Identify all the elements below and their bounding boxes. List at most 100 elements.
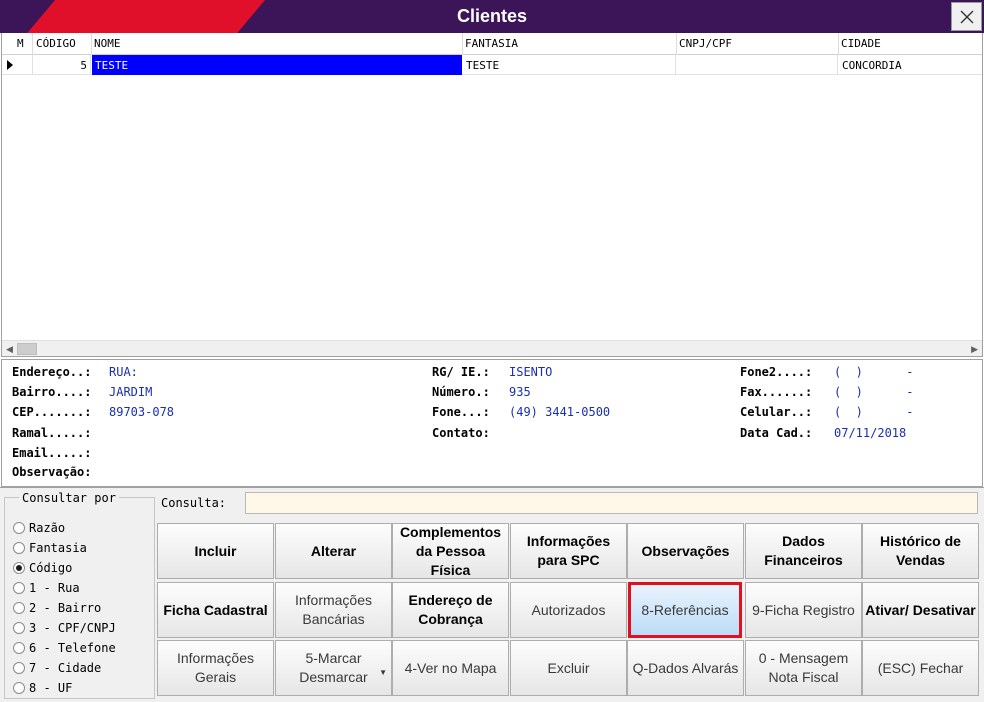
col-header-codigo[interactable]: CÓDIGO xyxy=(36,37,76,50)
referencias-button[interactable]: 8-Referências xyxy=(628,582,742,638)
numero-value: 935 xyxy=(509,385,531,399)
radio-bairro[interactable]: 2 - Bairro xyxy=(13,600,101,616)
radio-label: 3 - CPF/CNPJ xyxy=(29,621,116,635)
radio-label: 1 - Rua xyxy=(29,581,80,595)
consultar-legend: Consultar por xyxy=(19,491,119,505)
dados-financeiros-button[interactable]: Dados Financeiros xyxy=(745,523,862,579)
rg-value: ISENTO xyxy=(509,365,553,379)
radio-icon[interactable] xyxy=(13,682,25,694)
radio-icon[interactable] xyxy=(13,662,25,674)
row-indicator-icon xyxy=(7,60,13,70)
dados-alvaras-button[interactable]: Q-Dados Alvarás xyxy=(627,640,744,696)
endereco-value: RUA: xyxy=(109,365,138,379)
observacao-label: Observação: xyxy=(12,465,92,479)
celular-value: ( ) - xyxy=(834,405,914,419)
fone2-value: ( ) - xyxy=(834,365,914,379)
datacad-value: 07/11/2018 xyxy=(834,426,907,440)
numero-label: Número.: xyxy=(432,385,490,399)
celular-label: Celular..: xyxy=(740,405,813,419)
radio-label: 2 - Bairro xyxy=(29,601,102,615)
col-header-cnpj[interactable]: CNPJ/CPF xyxy=(679,37,732,50)
ficha-cadastral-button[interactable]: Ficha Cadastral xyxy=(157,582,274,638)
cell-fantasia[interactable]: TESTE xyxy=(463,55,676,75)
col-header-cidade[interactable]: CIDADE xyxy=(841,37,881,50)
info-spc-button[interactable]: Informações para SPC xyxy=(510,523,627,579)
email-label: Email.....: xyxy=(12,446,92,460)
incluir-button[interactable]: Incluir xyxy=(157,523,274,579)
col-header-m[interactable]: M xyxy=(17,37,24,50)
cep-value: 89703-078 xyxy=(109,405,175,419)
radio-icon[interactable] xyxy=(13,642,25,654)
bairro-label: Bairro....: xyxy=(12,385,92,399)
info-gerais-button[interactable]: Informações Gerais xyxy=(157,640,274,696)
ficha-registro-button[interactable]: 9-Ficha Registro xyxy=(745,582,862,638)
radio-icon[interactable] xyxy=(13,542,25,554)
radio-cpf-cnpj[interactable]: 3 - CPF/CNPJ xyxy=(13,620,116,636)
radio-codigo[interactable]: Código xyxy=(13,560,72,576)
info-bancarias-button[interactable]: Informações Bancárias xyxy=(275,582,392,638)
close-icon xyxy=(960,10,973,23)
marcar-desmarcar-label: 5-Marcar Desmarcar xyxy=(299,650,368,685)
fone-value: (49) 3441-0500 xyxy=(509,405,611,419)
scroll-left-icon[interactable]: ◀ xyxy=(6,344,13,355)
cell-nome[interactable]: TESTE xyxy=(92,55,462,75)
marcar-desmarcar-button[interactable]: 5-Marcar Desmarcar ▼ xyxy=(275,640,392,696)
radio-icon[interactable] xyxy=(13,562,25,574)
ver-mapa-button[interactable]: 4-Ver no Mapa xyxy=(392,640,509,696)
radio-label: Código xyxy=(29,561,73,575)
radio-icon[interactable] xyxy=(13,522,25,534)
fax-value: ( ) - xyxy=(834,385,914,399)
radio-razao[interactable]: Razão xyxy=(13,520,65,536)
contato-label: Contato: xyxy=(432,426,490,440)
radio-label: 7 - Cidade xyxy=(29,661,102,675)
ativar-desativar-button[interactable]: Ativar/ Desativar xyxy=(862,582,979,638)
close-button[interactable] xyxy=(951,2,982,31)
alterar-button[interactable]: Alterar xyxy=(275,523,392,579)
radio-uf[interactable]: 8 - UF xyxy=(13,680,72,696)
endereco-cobranca-button[interactable]: Endereço de Cobrança xyxy=(392,582,509,638)
cell-cnpj[interactable] xyxy=(677,55,838,75)
consultar-por-group: Consultar por Razão Fantasia Código 1 - … xyxy=(4,491,155,699)
grid-header: M CÓDIGO NOME FANTASIA CNPJ/CPF CIDADE xyxy=(2,33,982,55)
radio-cidade[interactable]: 7 - Cidade xyxy=(13,660,101,676)
rg-label: RG/ IE.: xyxy=(432,365,490,379)
radio-telefone[interactable]: 6 - Telefone xyxy=(13,640,116,656)
horizontal-scrollbar[interactable]: ◀ ▶ xyxy=(2,340,982,356)
radio-icon[interactable] xyxy=(13,582,25,594)
datacad-label: Data Cad.: xyxy=(740,426,813,440)
bairro-value: JARDIM xyxy=(109,385,153,399)
client-details-panel: Endereço..: RUA: Bairro....: JARDIM CEP.… xyxy=(1,359,983,487)
ramal-label: Ramal.....: xyxy=(12,426,92,440)
excluir-button[interactable]: Excluir xyxy=(510,640,627,696)
radio-icon[interactable] xyxy=(13,602,25,614)
fechar-button[interactable]: (ESC) Fechar xyxy=(862,640,979,696)
radio-fantasia[interactable]: Fantasia xyxy=(13,540,87,556)
consulta-input[interactable] xyxy=(245,492,978,514)
dropdown-arrow-icon[interactable]: ▼ xyxy=(379,663,387,682)
radio-label: 6 - Telefone xyxy=(29,641,116,655)
table-row[interactable]: 5 TESTE TESTE CONCORDIA xyxy=(2,55,982,75)
col-header-fantasia[interactable]: FANTASIA xyxy=(465,37,518,50)
window-title: Clientes xyxy=(456,6,528,26)
scroll-thumb[interactable] xyxy=(17,343,37,355)
clients-grid[interactable]: M CÓDIGO NOME FANTASIA CNPJ/CPF CIDADE 5… xyxy=(1,33,983,357)
bottom-panel: Consultar por Razão Fantasia Código 1 - … xyxy=(0,487,984,702)
radio-label: 8 - UF xyxy=(29,681,73,695)
complementos-button[interactable]: Complementos da Pessoa Física xyxy=(392,523,509,579)
fone2-label: Fone2....: xyxy=(740,365,813,379)
cell-cidade[interactable]: CONCORDIA xyxy=(839,55,982,75)
autorizados-button[interactable]: Autorizados xyxy=(510,582,627,638)
radio-label: Razão xyxy=(29,521,66,535)
consulta-label: Consulta: xyxy=(161,496,227,510)
historico-vendas-button[interactable]: Histórico de Vendas xyxy=(862,523,979,579)
radio-icon[interactable] xyxy=(13,622,25,634)
radio-rua[interactable]: 1 - Rua xyxy=(13,580,80,596)
col-header-nome[interactable]: NOME xyxy=(94,37,121,50)
scroll-right-icon[interactable]: ▶ xyxy=(971,344,978,355)
cell-codigo[interactable]: 5 xyxy=(32,55,91,75)
fax-label: Fax......: xyxy=(740,385,813,399)
observacoes-button[interactable]: Observações xyxy=(627,523,744,579)
cep-label: CEP.......: xyxy=(12,405,92,419)
title-bar: Clientes xyxy=(0,0,984,33)
mensagem-nf-button[interactable]: 0 - Mensagem Nota Fiscal xyxy=(745,640,862,696)
